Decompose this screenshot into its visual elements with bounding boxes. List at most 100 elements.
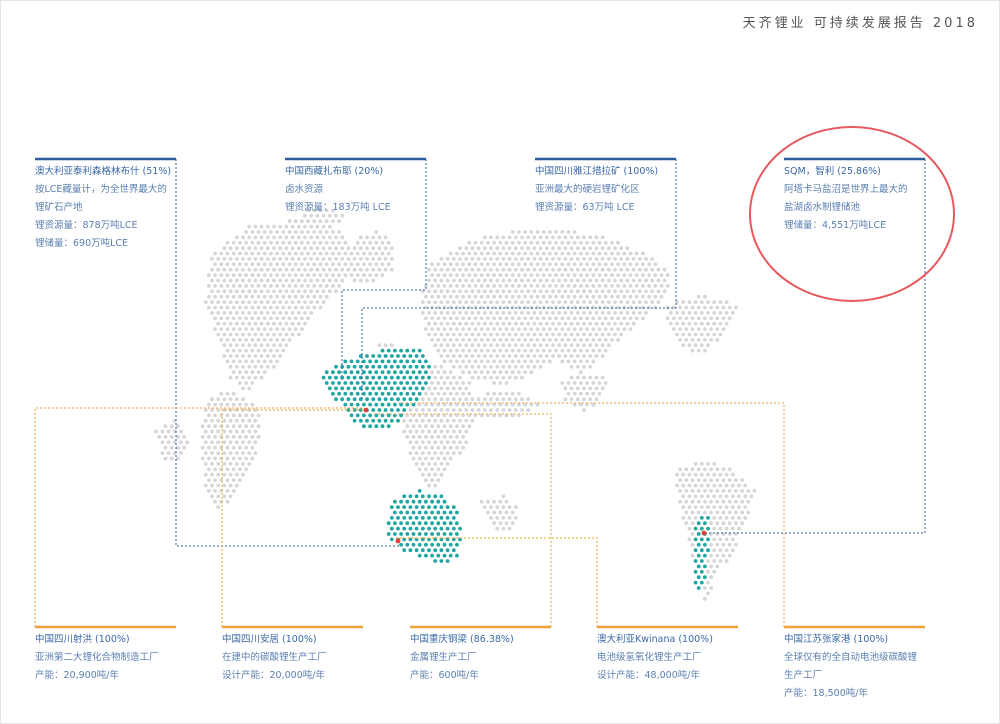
land-dot xyxy=(470,257,475,261)
land-dot xyxy=(572,273,577,277)
land-dot xyxy=(433,451,438,455)
land-dot xyxy=(259,278,264,283)
land-dot xyxy=(600,332,605,337)
card-tongliang: 中国重庆铜梁 (86.38%) 金属锂生产工厂 产能：600吨/年 xyxy=(410,631,570,685)
highlight-dot xyxy=(445,548,450,553)
land-dot xyxy=(362,273,366,277)
land-dot xyxy=(687,537,692,542)
land-dot xyxy=(482,408,487,412)
land-dot xyxy=(293,273,298,277)
land-dot xyxy=(482,267,487,272)
land-dot xyxy=(476,278,481,283)
land-dot xyxy=(417,424,422,429)
highlight-dot xyxy=(365,354,369,358)
land-dot xyxy=(365,267,369,272)
land-dot xyxy=(569,354,574,358)
land-dot xyxy=(538,343,543,348)
land-dot xyxy=(386,251,391,256)
land-dot xyxy=(684,327,689,331)
highlight-dot xyxy=(396,375,400,380)
land-dot xyxy=(430,445,434,450)
land-dot xyxy=(588,300,593,304)
land-dot xyxy=(746,510,751,515)
land-dot xyxy=(541,348,546,353)
land-dot xyxy=(606,278,611,283)
land-dot xyxy=(411,445,416,450)
highlight-dot xyxy=(427,516,431,520)
land-dot xyxy=(647,262,651,267)
land-dot xyxy=(455,284,459,288)
highlight-dot xyxy=(699,548,704,553)
land-dot xyxy=(557,289,562,294)
land-dot xyxy=(495,364,500,369)
land-dot xyxy=(250,327,255,331)
land-dot xyxy=(650,267,655,272)
land-dot xyxy=(371,246,376,251)
land-dot xyxy=(411,435,416,439)
land-dot xyxy=(281,284,286,288)
land-dot xyxy=(572,251,577,256)
land-dot xyxy=(265,278,270,283)
land-dot xyxy=(482,246,487,251)
land-dot xyxy=(442,381,447,385)
land-dot xyxy=(321,300,326,304)
land-dot xyxy=(281,273,286,277)
land-dot xyxy=(610,262,614,267)
land-dot xyxy=(625,300,630,304)
land-dot xyxy=(470,267,475,272)
land-dot xyxy=(247,289,252,294)
land-dot xyxy=(272,343,276,348)
card-line: 亚洲第二大锂化合物制造工厂 xyxy=(35,652,159,663)
land-dot xyxy=(362,262,366,267)
land-dot xyxy=(526,278,531,283)
land-dot xyxy=(582,332,586,337)
land-dot xyxy=(327,257,332,261)
land-dot xyxy=(650,278,655,283)
land-dot xyxy=(535,316,540,321)
land-dot xyxy=(482,278,487,283)
land-dot xyxy=(532,321,537,326)
land-dot xyxy=(699,321,704,326)
land-dot xyxy=(293,327,298,331)
land-dot xyxy=(718,516,723,520)
land-dot xyxy=(600,321,605,326)
land-dot xyxy=(461,338,465,342)
land-dot xyxy=(569,300,574,304)
land-dot xyxy=(535,240,540,245)
land-dot xyxy=(513,235,518,240)
highlight-dot xyxy=(402,354,407,358)
land-dot xyxy=(253,278,258,283)
land-dot xyxy=(293,284,298,288)
land-dot xyxy=(436,284,441,288)
land-dot xyxy=(644,300,648,304)
land-dot xyxy=(479,316,484,321)
land-dot xyxy=(324,251,329,256)
land-dot xyxy=(309,267,314,272)
land-dot xyxy=(259,311,264,315)
land-dot xyxy=(207,445,211,450)
land-dot xyxy=(200,456,205,461)
land-dot xyxy=(371,267,376,272)
land-dot xyxy=(566,316,571,321)
land-dot xyxy=(532,343,537,348)
land-dot xyxy=(451,300,456,304)
land-dot xyxy=(489,257,493,261)
land-dot xyxy=(241,311,245,315)
land-dot xyxy=(693,494,698,499)
land-dot xyxy=(427,289,431,294)
land-dot xyxy=(544,235,549,240)
land-dot xyxy=(727,553,732,558)
land-dot xyxy=(228,278,233,283)
land-dot xyxy=(507,397,512,402)
land-dot xyxy=(231,327,236,331)
land-dot xyxy=(631,300,636,304)
land-dot xyxy=(489,516,493,520)
highlight-dot xyxy=(368,391,372,396)
land-dot xyxy=(709,542,713,547)
highlight-dot xyxy=(377,386,382,391)
land-dot xyxy=(219,391,224,396)
land-dot xyxy=(467,370,472,375)
highlight-dot xyxy=(386,359,391,364)
land-dot xyxy=(309,235,314,240)
land-dot xyxy=(337,219,341,224)
